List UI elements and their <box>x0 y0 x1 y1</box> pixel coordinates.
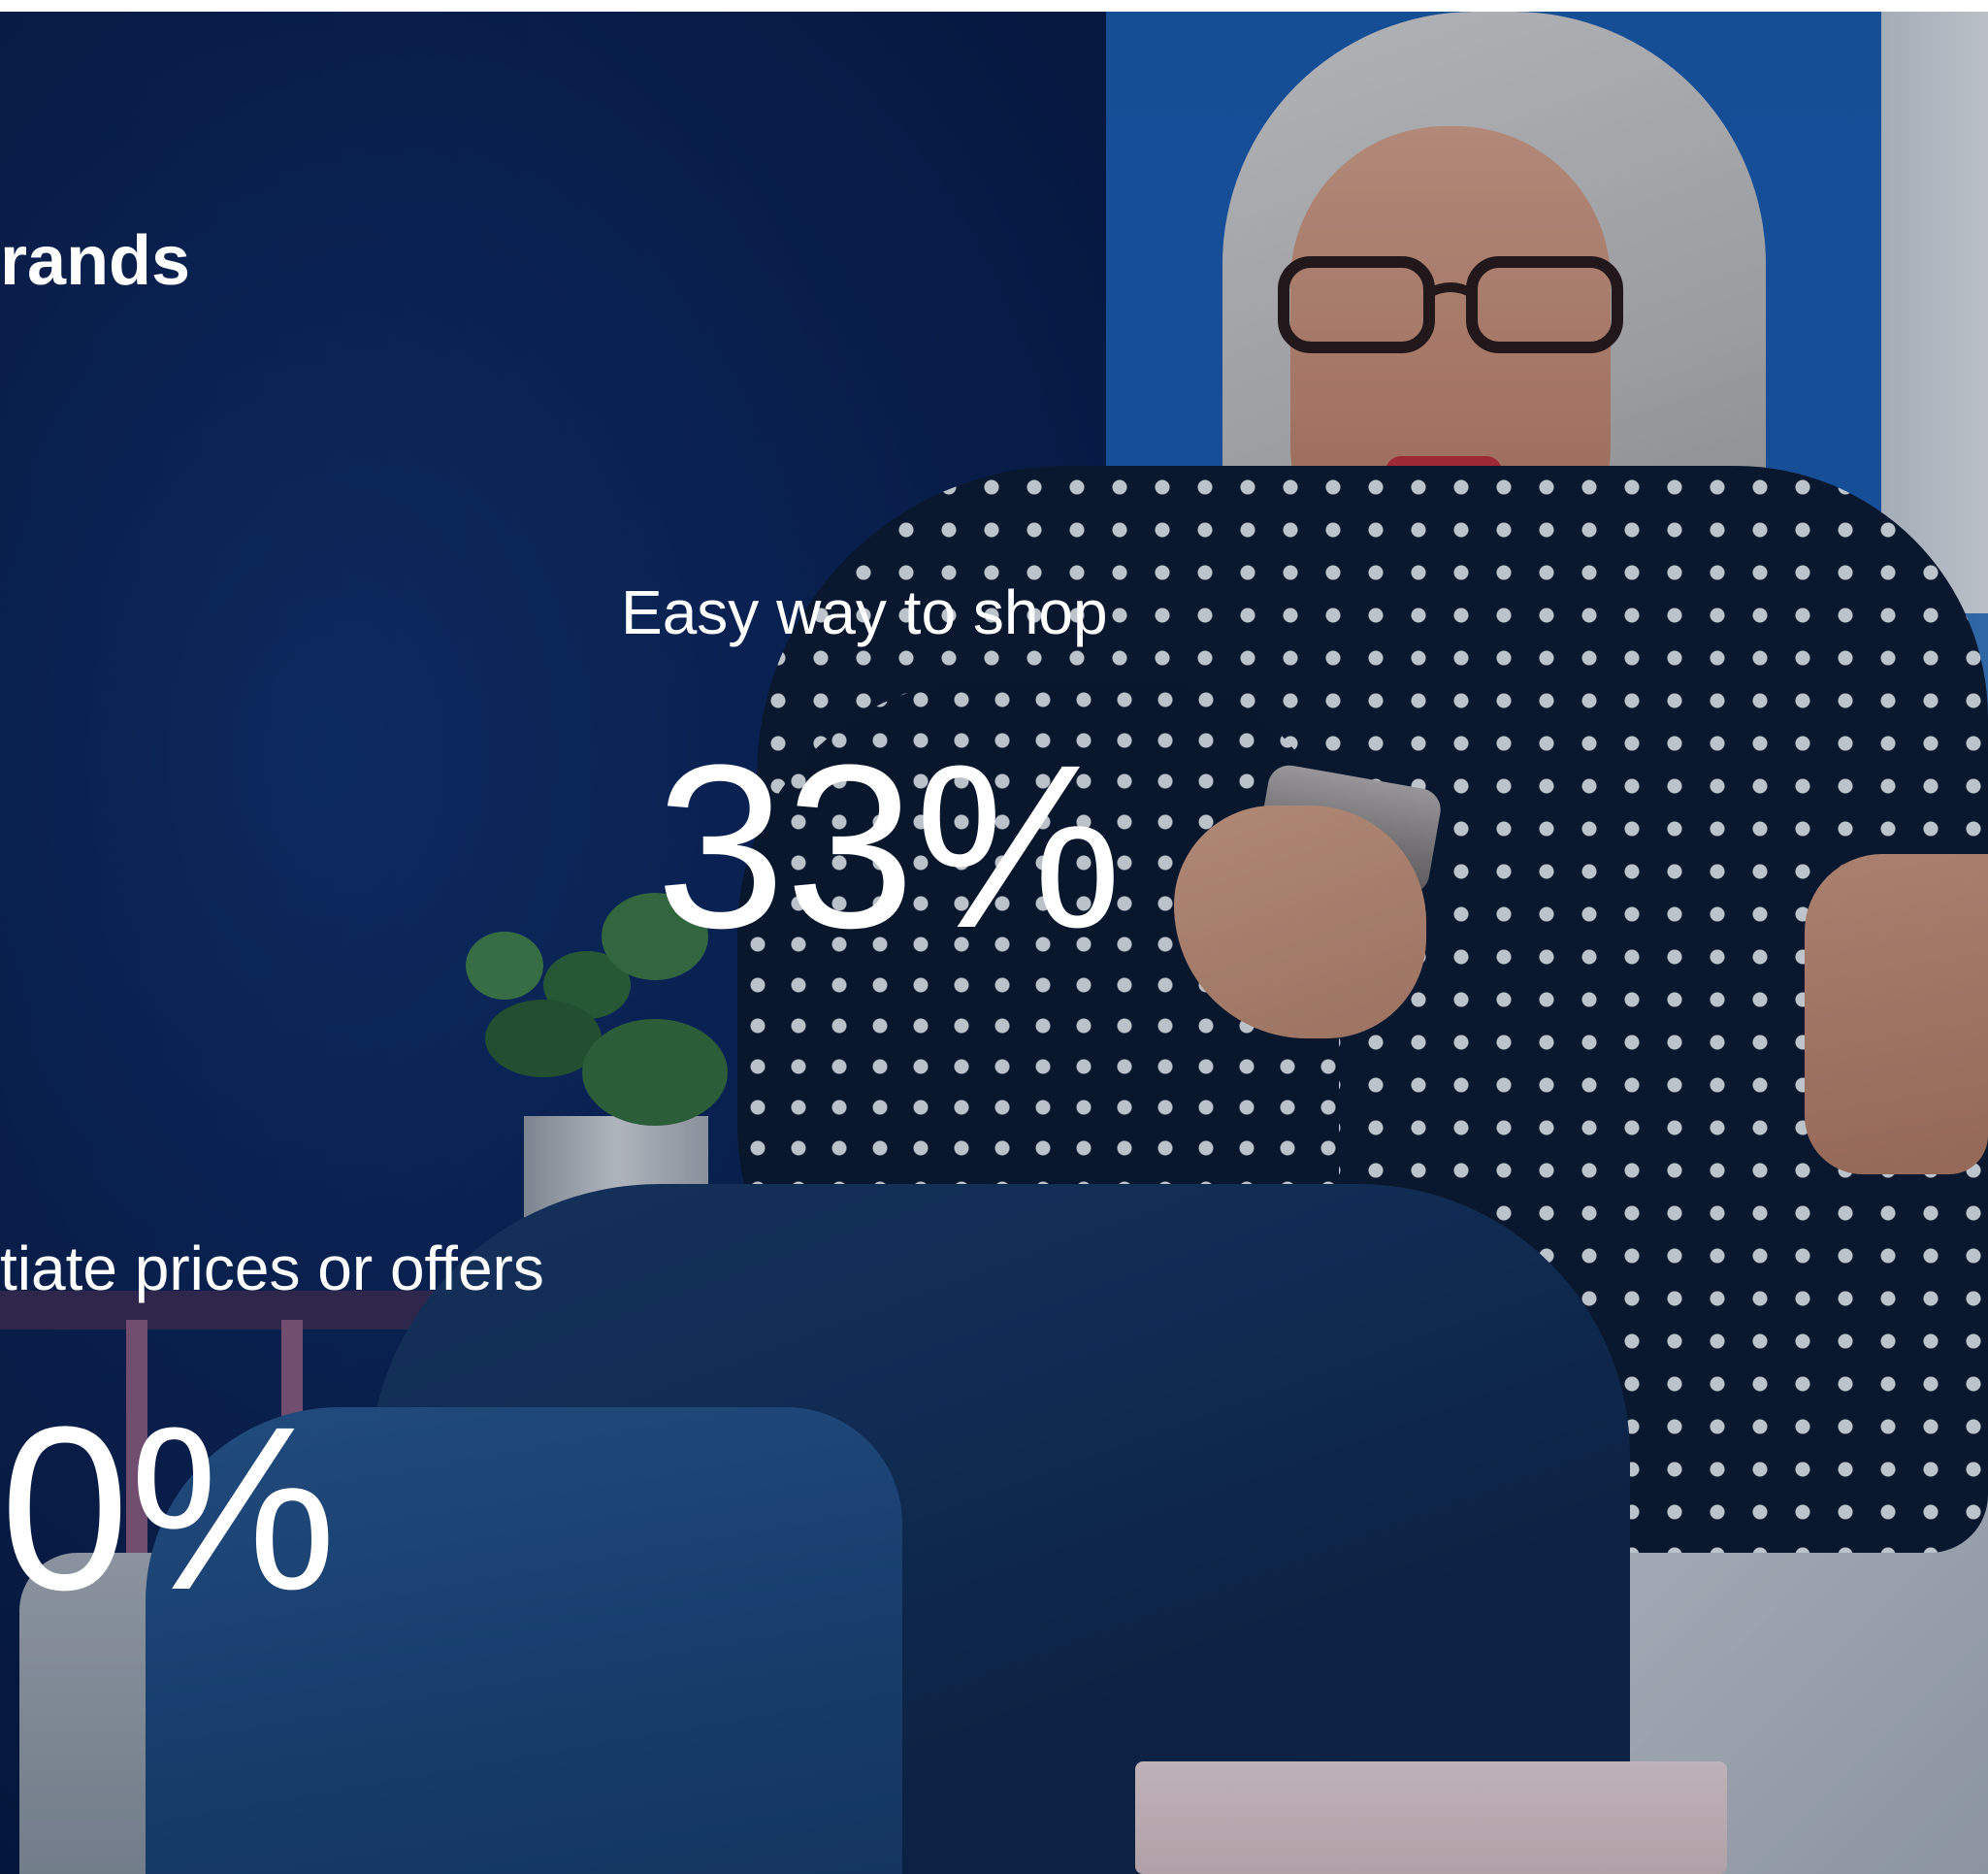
hero-banner: rands Easy way to shop 33% tiate prices … <box>0 0 1988 1874</box>
stat-label: Easy way to shop <box>621 577 1108 647</box>
top-border <box>0 0 1988 12</box>
stat-value: 33% <box>656 716 1123 976</box>
section-heading: rands <box>0 222 191 300</box>
stat-label: tiate prices or offers <box>0 1233 544 1303</box>
stat-value: 0% <box>0 1378 337 1638</box>
